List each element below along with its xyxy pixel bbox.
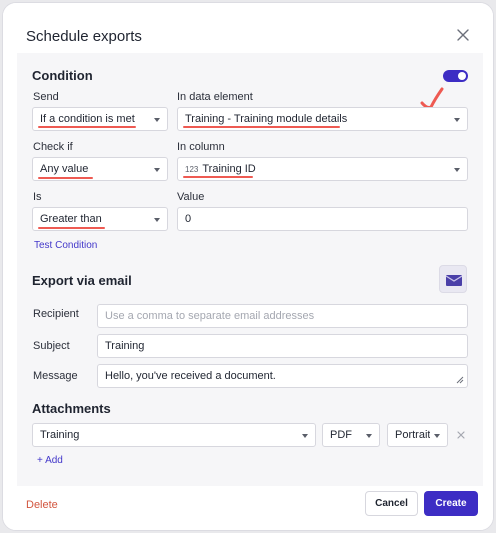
chevron-down-icon: [434, 434, 440, 438]
annotation-underline: [38, 126, 136, 128]
dialog-footer: Delete Cancel Create: [3, 486, 493, 530]
is-label: Is: [33, 191, 42, 203]
message-label: Message: [33, 370, 78, 382]
dialog-title: Schedule exports: [26, 28, 142, 45]
close-icon[interactable]: [455, 27, 471, 43]
is-value: Greater than: [40, 213, 102, 225]
data-element-label: In data element: [177, 91, 253, 103]
number-type-icon: 123: [185, 164, 199, 174]
annotation-underline: [38, 227, 105, 229]
attachment-name: Training: [40, 429, 80, 441]
column-value: Training ID: [202, 163, 256, 175]
test-condition-link[interactable]: Test Condition: [34, 240, 97, 251]
add-attachment-link[interactable]: + Add: [37, 455, 63, 466]
condition-section-title: Condition: [32, 68, 93, 83]
recipient-input[interactable]: Use a comma to separate email addresses: [97, 304, 468, 328]
send-label: Send: [33, 91, 59, 103]
annotation-underline: [38, 177, 93, 179]
resize-grip-icon[interactable]: [456, 376, 464, 384]
chevron-down-icon: [302, 434, 308, 438]
email-section-title: Export via email: [32, 273, 132, 288]
value-label: Value: [177, 191, 205, 203]
message-value: Hello, you've received a document.: [105, 370, 276, 382]
chevron-down-icon: [366, 434, 372, 438]
chevron-down-icon: [454, 118, 460, 122]
send-value: If a condition is met: [40, 113, 135, 125]
chevron-down-icon: [154, 168, 160, 172]
schedule-exports-dialog: Schedule exports Condition Send If a con…: [2, 2, 494, 531]
mail-icon: [445, 275, 463, 286]
delete-button[interactable]: Delete: [26, 499, 58, 511]
create-button[interactable]: Create: [424, 491, 478, 516]
value-input[interactable]: 0: [177, 207, 468, 231]
recipient-placeholder: Use a comma to separate email addresses: [105, 310, 315, 322]
recipient-label: Recipient: [33, 308, 79, 320]
chevron-down-icon: [154, 218, 160, 222]
subject-label: Subject: [33, 340, 70, 352]
dialog-header: Schedule exports: [3, 3, 493, 53]
subject-input[interactable]: Training: [97, 334, 468, 358]
annotation-underline: [183, 126, 340, 128]
subject-value: Training: [105, 340, 145, 352]
check-if-value: Any value: [40, 163, 89, 175]
format-value: PDF: [330, 429, 352, 441]
data-element-value: Training - Training module details: [185, 113, 348, 125]
chevron-down-icon: [154, 118, 160, 122]
column-label: In column: [177, 141, 225, 153]
chevron-down-icon: [454, 168, 460, 172]
value-input-value: 0: [185, 213, 192, 225]
annotation-underline: [183, 176, 253, 178]
cancel-button[interactable]: Cancel: [365, 491, 418, 516]
check-if-label: Check if: [33, 141, 73, 153]
attachment-select[interactable]: Training: [32, 423, 316, 447]
dialog-body[interactable]: Condition Send If a condition is met In …: [17, 53, 483, 486]
message-textarea[interactable]: Hello, you've received a document.: [97, 364, 468, 388]
toggle-knob: [458, 72, 466, 80]
attachments-section-title: Attachments: [32, 401, 111, 416]
orientation-select[interactable]: Portrait: [387, 423, 448, 447]
mail-button[interactable]: [439, 265, 467, 293]
orientation-value: Portrait: [395, 429, 431, 441]
format-select[interactable]: PDF: [322, 423, 380, 447]
remove-attachment-icon[interactable]: [456, 430, 466, 440]
condition-toggle[interactable]: [443, 70, 468, 82]
